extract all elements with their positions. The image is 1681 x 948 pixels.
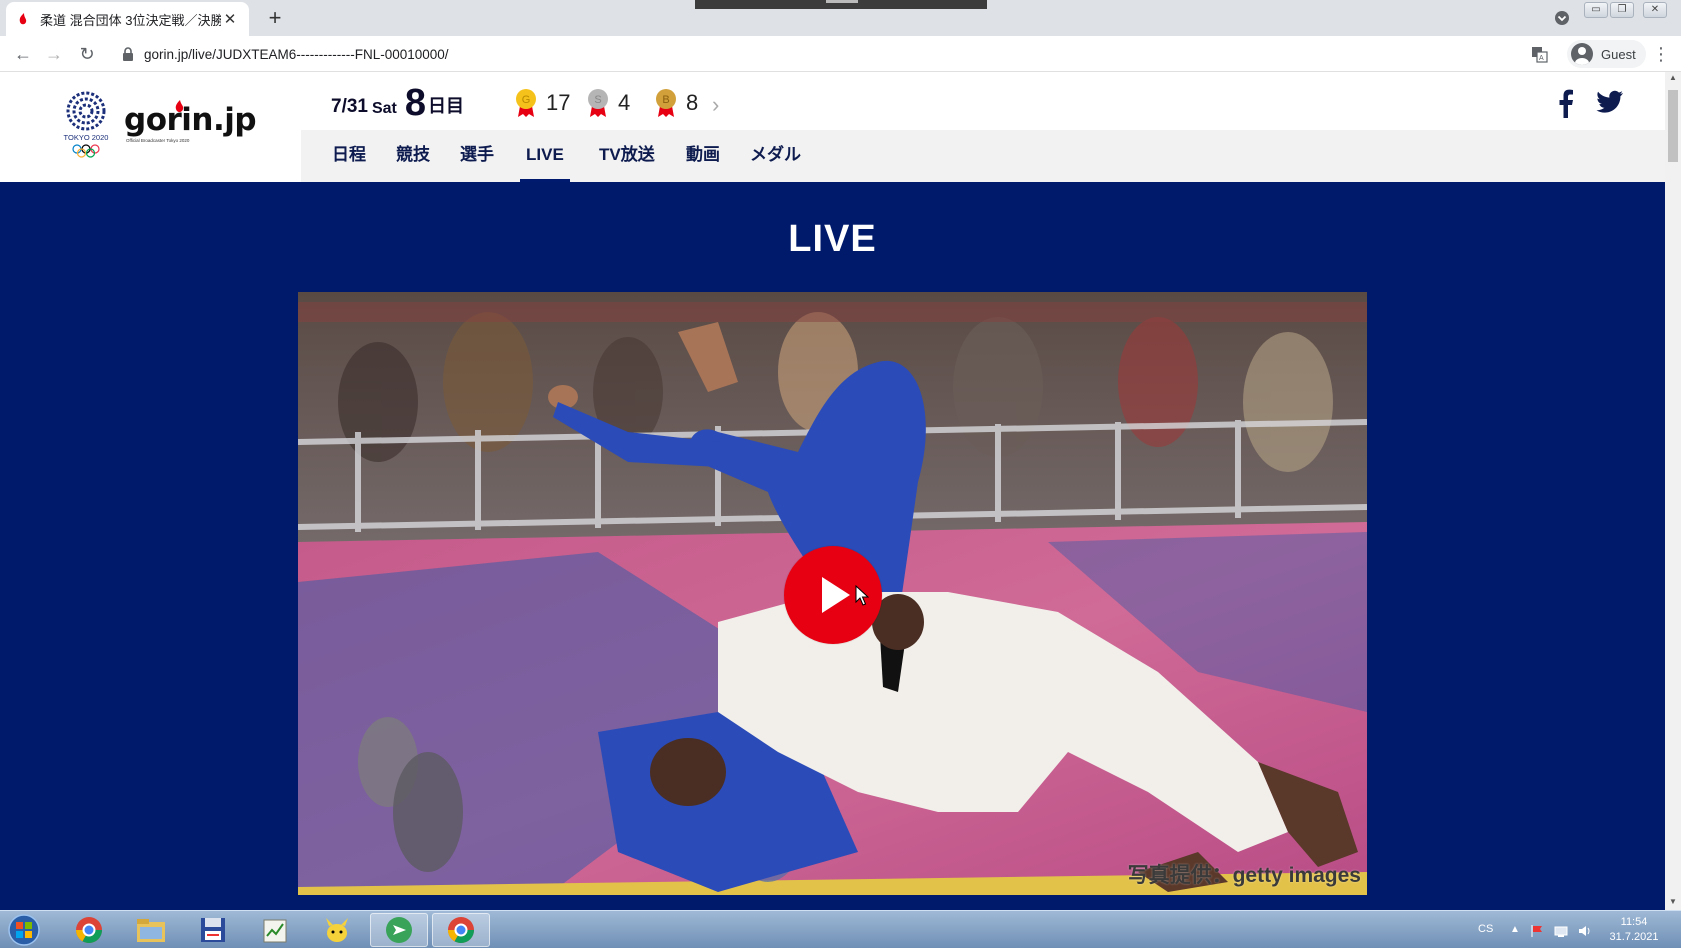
taskbar-pikachu-icon[interactable] [308, 913, 366, 947]
mouse-cursor-icon [855, 585, 869, 606]
close-window-button[interactable]: ✕ [1643, 2, 1667, 18]
live-section: LIVE 写真提供：getty images [0, 182, 1665, 910]
browser-tabstrip: 柔道 混合団体 3位決定戦／決勝 ✕ + ▭ ❐ ✕ [0, 0, 1681, 36]
games-day-indicator: 7/31 Sat 8 日目 [331, 84, 464, 122]
tray-network-icon[interactable] [1554, 924, 1568, 938]
tray-flag-icon[interactable] [1530, 924, 1544, 938]
tab-search-icon[interactable] [1553, 9, 1571, 27]
chevron-right-icon[interactable]: › [712, 92, 719, 118]
taskbar-messenger-icon[interactable] [370, 913, 428, 947]
video-player[interactable]: 写真提供：getty images [298, 292, 1367, 895]
games-day-number: 8 [404, 82, 427, 124]
browser-toolbar: ← → ↻ gorin.jp/live/JUDXTEAM6-----------… [0, 36, 1681, 72]
scrollbar-thumb[interactable] [1668, 90, 1678, 162]
tray-volume-icon[interactable] [1578, 924, 1592, 938]
windows-taskbar: CS ▲ 11:54 31.7.2021 [0, 910, 1681, 948]
scroll-up-arrow-icon[interactable]: ▲ [1669, 74, 1677, 82]
gold-medal-count[interactable]: G 17 [514, 88, 570, 118]
tab-close-icon[interactable]: ✕ [221, 10, 239, 28]
bronze-medal-count[interactable]: B 8 [654, 88, 698, 118]
silver-count: 4 [618, 90, 631, 115]
silver-medal-count[interactable]: S 4 [586, 88, 630, 118]
system-clock[interactable]: 11:54 31.7.2021 [1602, 915, 1666, 945]
url-text: gorin.jp/live/JUDXTEAM6-------------FNL-… [144, 46, 449, 62]
svg-text:S: S [594, 94, 601, 106]
svg-text:B: B [662, 94, 669, 106]
gold-count: 17 [546, 90, 571, 115]
nav-live[interactable]: LIVE [520, 130, 570, 182]
translate-icon[interactable]: A [1531, 46, 1548, 63]
twitter-icon[interactable] [1596, 90, 1624, 114]
svg-text:G: G [522, 94, 531, 106]
global-nav: 日程 競技 選手 LIVE TV放送 動画 メダル [301, 130, 1665, 182]
minimize-window-button[interactable]: ▭ [1584, 2, 1608, 18]
taskbar-explorer-icon[interactable] [122, 913, 180, 947]
address-bar[interactable]: gorin.jp/live/JUDXTEAM6-------------FNL-… [110, 40, 1550, 68]
photo-credit: 写真提供：getty images [1127, 864, 1361, 887]
scroll-down-arrow-icon[interactable]: ▼ [1669, 898, 1677, 906]
nav-videos[interactable]: 動画 [680, 130, 726, 182]
logo-subtitle: Official Broadcaster Tokyo 2020 [126, 138, 190, 143]
games-day-suffix: 日目 [428, 96, 465, 116]
svg-text:A: A [1539, 55, 1544, 62]
page-scrollbar[interactable]: ▲ ▼ [1665, 72, 1681, 910]
reload-icon[interactable]: ↻ [76, 43, 98, 65]
browser-menu-icon[interactable]: ⋮ [1652, 44, 1670, 64]
facebook-icon[interactable] [1556, 88, 1576, 118]
clock-time: 11:54 [1620, 916, 1648, 928]
date-weekday: Sat [371, 100, 397, 117]
restore-window-button[interactable]: ❐ [1610, 2, 1634, 18]
lock-icon [123, 47, 133, 61]
tray-expand-icon[interactable]: ▲ [1510, 924, 1524, 938]
nav-medals[interactable]: メダル [744, 130, 807, 182]
date-month-day: 7/31 [331, 96, 368, 117]
tokyo-2020-emblem-icon[interactable]: TOKYO 2020 [62, 90, 110, 162]
window-drag-handle[interactable] [695, 0, 987, 9]
gorin-flame-favicon-icon [19, 13, 27, 25]
profile-avatar-icon [1571, 43, 1593, 65]
back-arrow-icon[interactable]: ← [12, 43, 34, 65]
bronze-medal-icon: B [656, 89, 676, 117]
flame-icon [175, 100, 184, 112]
taskbar-save-disk-icon[interactable] [184, 913, 242, 947]
nav-schedule[interactable]: 日程 [326, 130, 372, 182]
tab-title: 柔道 混合団体 3位決定戦／決勝 [40, 12, 221, 28]
site-logo[interactable]: gorin.jp [124, 102, 257, 138]
page-content: TOKYO 2020 gorin.jp Official Broadcaster… [0, 72, 1665, 910]
nav-tv[interactable]: TV放送 [593, 130, 661, 182]
clock-date: 31.7.2021 [1609, 931, 1659, 943]
taskbar-notepad-chart-icon[interactable] [246, 913, 304, 947]
taskbar-chrome-active-icon[interactable] [432, 913, 490, 947]
keyboard-language[interactable]: CS [1478, 923, 1493, 935]
nav-sports[interactable]: 競技 [390, 130, 436, 182]
profile-button[interactable]: Guest [1567, 40, 1646, 68]
profile-label: Guest [1601, 46, 1636, 62]
windows-start-button-icon[interactable] [4, 913, 44, 947]
nav-athletes[interactable]: 選手 [454, 130, 500, 182]
taskbar-chrome-icon[interactable] [60, 913, 118, 947]
gold-medal-icon: G [516, 89, 536, 117]
page-title: LIVE [788, 218, 877, 260]
silver-medal-icon: S [588, 89, 608, 117]
new-tab-button[interactable]: + [262, 6, 288, 32]
svg-text:TOKYO 2020: TOKYO 2020 [64, 133, 109, 142]
bronze-count: 8 [686, 90, 699, 115]
forward-arrow-icon[interactable]: → [43, 43, 65, 65]
site-header: TOKYO 2020 gorin.jp Official Broadcaster… [0, 72, 1665, 182]
browser-tab[interactable]: 柔道 混合団体 3位決定戦／決勝 ✕ [6, 2, 249, 36]
